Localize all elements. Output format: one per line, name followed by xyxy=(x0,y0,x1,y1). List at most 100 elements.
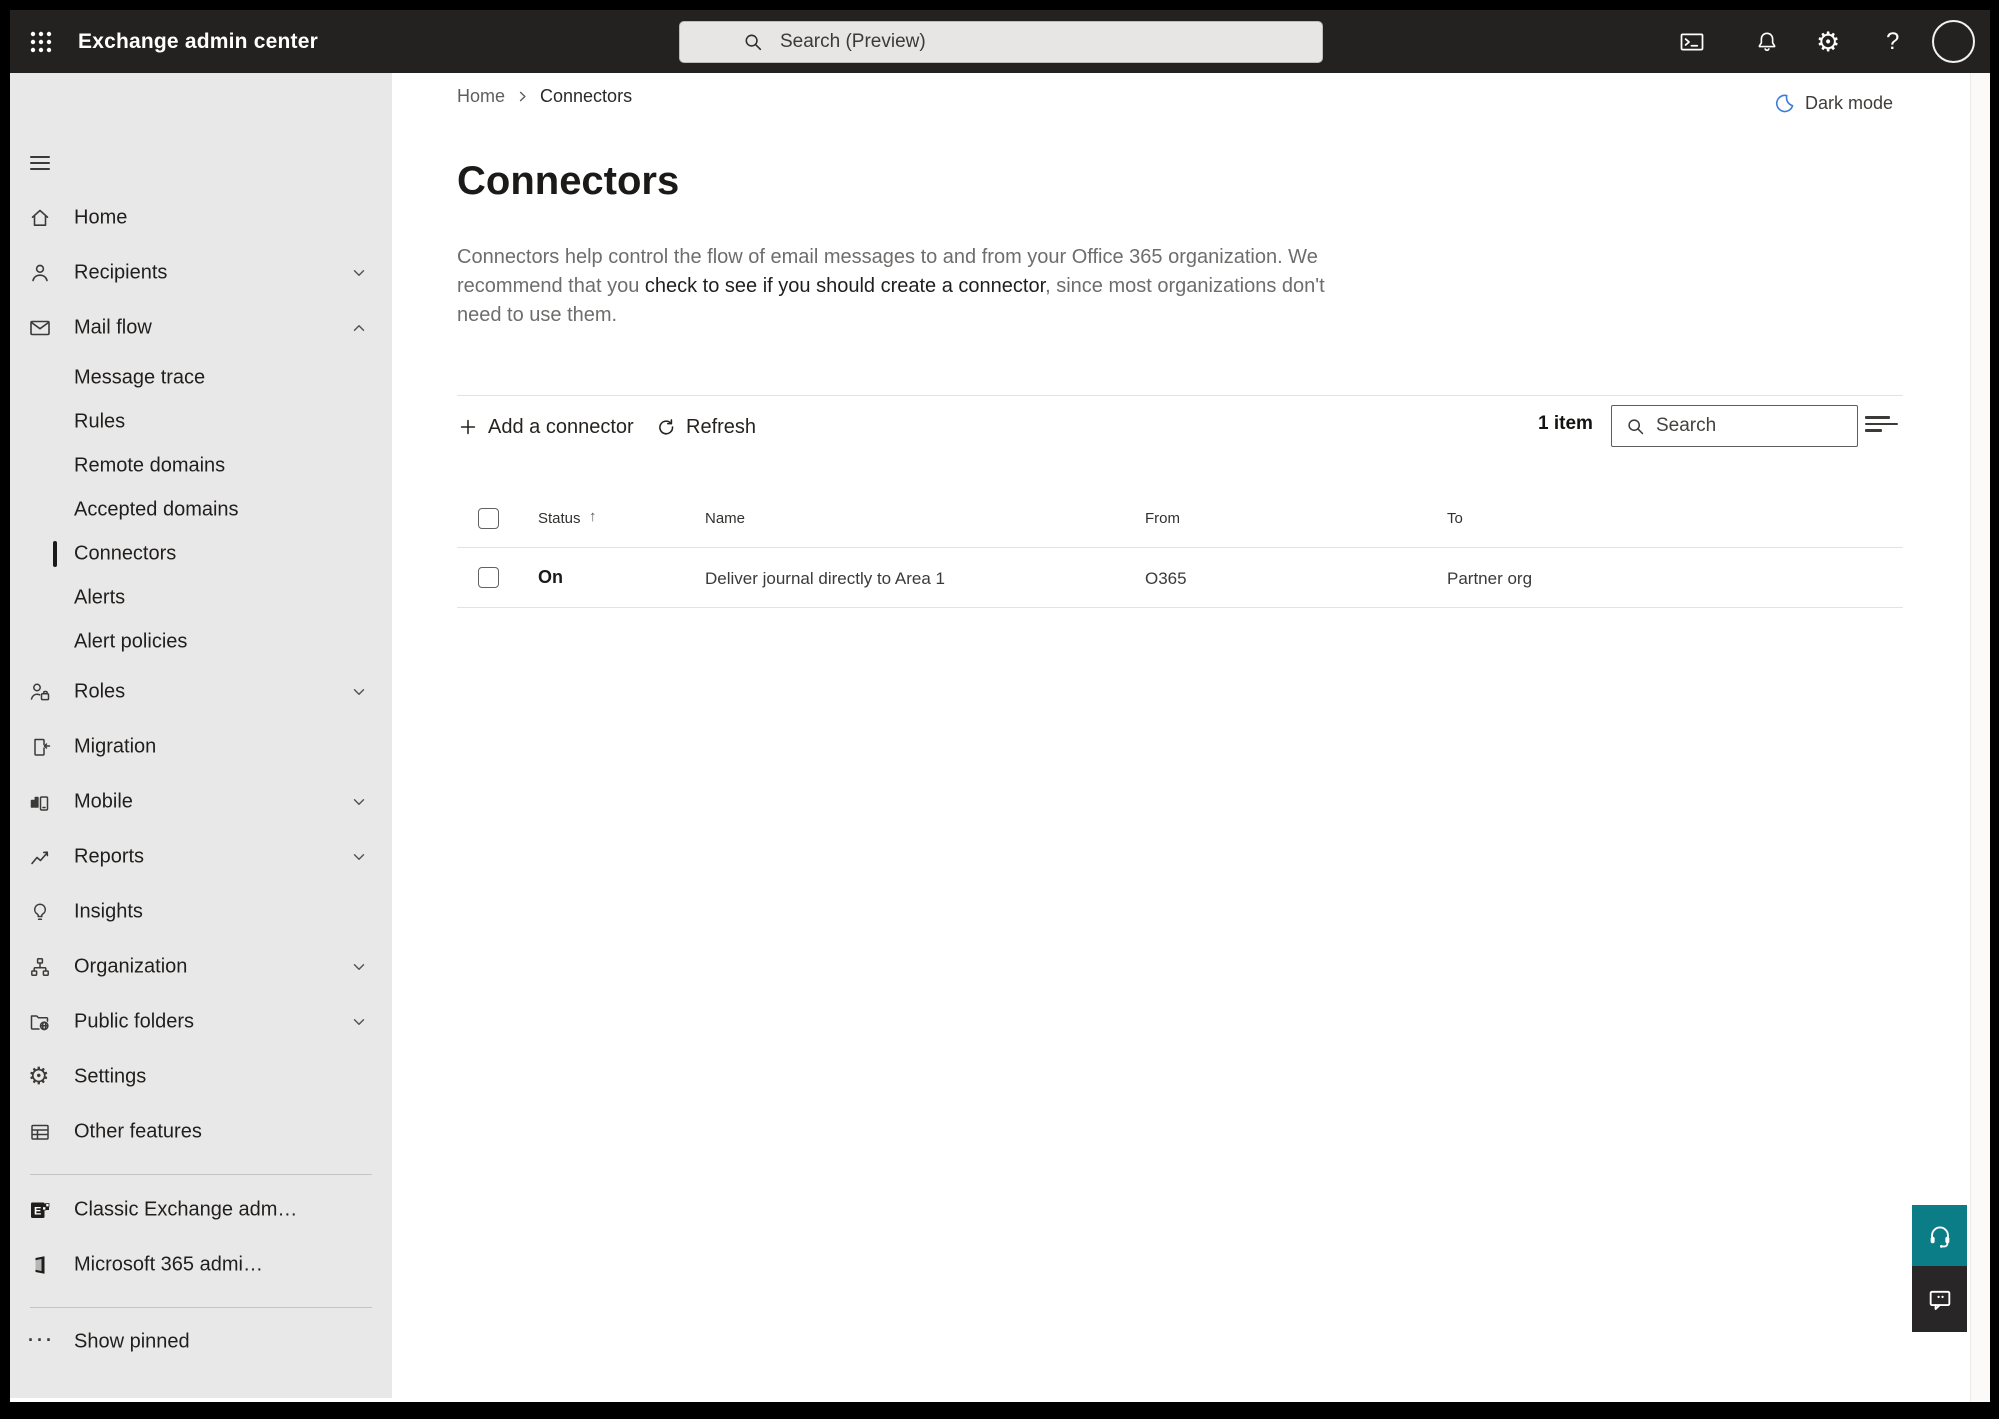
sidebar-item-label: Alerts xyxy=(74,586,126,609)
sidebar-item-label: Alert policies xyxy=(74,630,188,653)
sidebar-item-show-pinned[interactable]: ··· Show pinned xyxy=(10,1320,392,1364)
breadcrumb-current: Connectors xyxy=(540,86,633,106)
column-header-status[interactable]: Status xyxy=(538,510,581,527)
headset-icon xyxy=(1930,1226,1949,1248)
description-link[interactable]: check to see if you should create a conn… xyxy=(645,275,1045,297)
dark-mode-label: Dark mode xyxy=(1804,93,1893,113)
sidebar-item-label: Public folders xyxy=(74,1010,195,1033)
table-icon xyxy=(31,1124,49,1140)
classic-exchange-logo: E xyxy=(31,1202,50,1218)
sidebar-item-mobile[interactable]: Mobile xyxy=(10,780,392,824)
sidebar-item-roles[interactable]: Roles xyxy=(10,670,392,714)
sidebar-item-label: Accepted domains xyxy=(74,498,239,521)
sidebar-item-mail-flow[interactable]: Mail flow xyxy=(10,306,392,350)
sidebar-item-label: Message trace xyxy=(74,366,206,389)
sidebar-item-label: Roles xyxy=(74,680,126,703)
app-window: Exchange admin center ⚙ ? xyxy=(10,10,1990,1402)
sidebar-item-label: Mobile xyxy=(74,790,133,813)
notifications-bell-icon[interactable] xyxy=(1754,10,1780,73)
sidebar-item-alert-policies[interactable]: Alert policies xyxy=(10,620,392,664)
sidebar-item-home[interactable]: Home xyxy=(10,196,392,240)
roles-icon xyxy=(30,683,50,701)
chevron-down-icon xyxy=(353,799,365,805)
sidebar-item-reports[interactable]: Reports xyxy=(10,835,392,879)
chevron-down-icon xyxy=(353,270,365,276)
list-search-box[interactable] xyxy=(1611,405,1858,447)
sidebar-item-label: Settings xyxy=(74,1065,147,1088)
list-search-input[interactable] xyxy=(1612,406,1857,446)
add-connector-label: Add a connector xyxy=(488,415,634,438)
toolbar-top-divider xyxy=(457,395,1903,396)
sidebar-item-label: Insights xyxy=(74,900,143,923)
support-button[interactable] xyxy=(1912,1205,1967,1266)
column-header-from[interactable]: From xyxy=(1145,510,1180,527)
reports-icon xyxy=(31,851,49,865)
breadcrumb-home-link[interactable]: Home xyxy=(457,86,505,107)
sidebar-item-label: Reports xyxy=(74,845,145,868)
sidebar-item-remote-domains[interactable]: Remote domains xyxy=(10,444,392,488)
sidebar-divider xyxy=(30,1174,372,1175)
select-all-checkbox[interactable] xyxy=(478,508,499,529)
folder-globe-icon xyxy=(30,1015,49,1031)
sidebar-item-label: Migration xyxy=(74,735,157,758)
sidebar-item-accepted-domains[interactable]: Accepted domains xyxy=(10,488,392,532)
plus-icon xyxy=(460,419,476,435)
global-search-box[interactable] xyxy=(679,21,1323,63)
add-connector-button[interactable]: Add a connector xyxy=(457,409,634,445)
ellipsis-icon: ··· xyxy=(28,1330,55,1350)
sidebar-item-microsoft-365-admin[interactable]: Microsoft 365 admi… xyxy=(10,1243,392,1287)
person-icon xyxy=(32,264,48,282)
sidebar-item-recipients[interactable]: Recipients xyxy=(10,251,392,295)
mail-icon xyxy=(30,320,50,336)
settings-gear-icon[interactable]: ⚙ xyxy=(1816,10,1840,73)
vertical-scrollbar[interactable] xyxy=(1970,73,1990,1402)
chevron-up-icon xyxy=(353,325,365,331)
sidebar-item-insights[interactable]: Insights xyxy=(10,890,392,934)
column-header-to[interactable]: To xyxy=(1447,510,1463,527)
cloud-shell-icon[interactable] xyxy=(1678,10,1706,73)
cell-status: On xyxy=(538,567,563,587)
sidebar-item-public-folders[interactable]: Public folders xyxy=(10,1000,392,1044)
sidebar-item-other-features[interactable]: Other features xyxy=(10,1110,392,1154)
sidebar-item-label: Show pinned xyxy=(74,1330,190,1353)
org-chart-icon xyxy=(31,958,49,976)
sidebar-item-alerts[interactable]: Alerts xyxy=(10,576,392,620)
migration-icon xyxy=(34,738,51,756)
global-search-input[interactable] xyxy=(680,22,1322,62)
page-title: Connectors xyxy=(457,159,680,203)
item-count: 1 item xyxy=(1538,413,1593,434)
sidebar-divider xyxy=(30,1307,372,1308)
chevron-down-icon xyxy=(353,964,365,970)
sidebar-item-label: Microsoft 365 admi… xyxy=(74,1253,263,1276)
cell-name[interactable]: Deliver journal directly to Area 1 xyxy=(705,569,945,589)
cell-from: O365 xyxy=(1145,569,1187,588)
feedback-button[interactable] xyxy=(1912,1266,1967,1332)
filter-icon[interactable] xyxy=(1865,416,1898,436)
sidebar-item-migration[interactable]: Migration xyxy=(10,725,392,769)
row-checkbox[interactable] xyxy=(478,567,499,588)
sidebar-item-classic-exchange[interactable]: E Classic Exchange adm… xyxy=(10,1188,392,1232)
chevron-right-icon xyxy=(519,91,526,102)
feedback-speech-bubble-icon xyxy=(1929,1290,1950,1310)
column-header-name[interactable]: Name xyxy=(705,510,745,527)
left-navigation: Home Recipients Mail flow Message trace … xyxy=(10,73,392,1398)
sidebar-item-message-trace[interactable]: Message trace xyxy=(10,356,392,400)
sidebar-item-label: Organization xyxy=(74,955,188,978)
sidebar-item-connectors-selected[interactable]: Connectors xyxy=(10,532,392,576)
dark-mode-toggle[interactable]: Dark mode xyxy=(1773,92,1893,115)
chevron-down-icon xyxy=(353,1019,365,1025)
sidebar-item-organization[interactable]: Organization xyxy=(10,945,392,989)
sidebar-item-label: Recipients xyxy=(74,261,168,284)
selected-indicator xyxy=(53,541,57,567)
sidebar-item-rules[interactable]: Rules xyxy=(10,400,392,444)
app-launcher-icon[interactable] xyxy=(28,29,54,55)
cell-to: Partner org xyxy=(1447,569,1533,588)
moon-icon xyxy=(1775,94,1794,113)
help-icon[interactable]: ? xyxy=(1886,10,1899,73)
refresh-button[interactable]: Refresh xyxy=(655,409,756,445)
hamburger-menu-icon[interactable] xyxy=(28,151,52,175)
chevron-down-icon xyxy=(353,854,365,860)
account-avatar[interactable] xyxy=(1932,20,1975,63)
sidebar-item-settings[interactable]: ⚙ Settings xyxy=(10,1055,392,1099)
microsoft-365-logo xyxy=(35,1256,45,1274)
